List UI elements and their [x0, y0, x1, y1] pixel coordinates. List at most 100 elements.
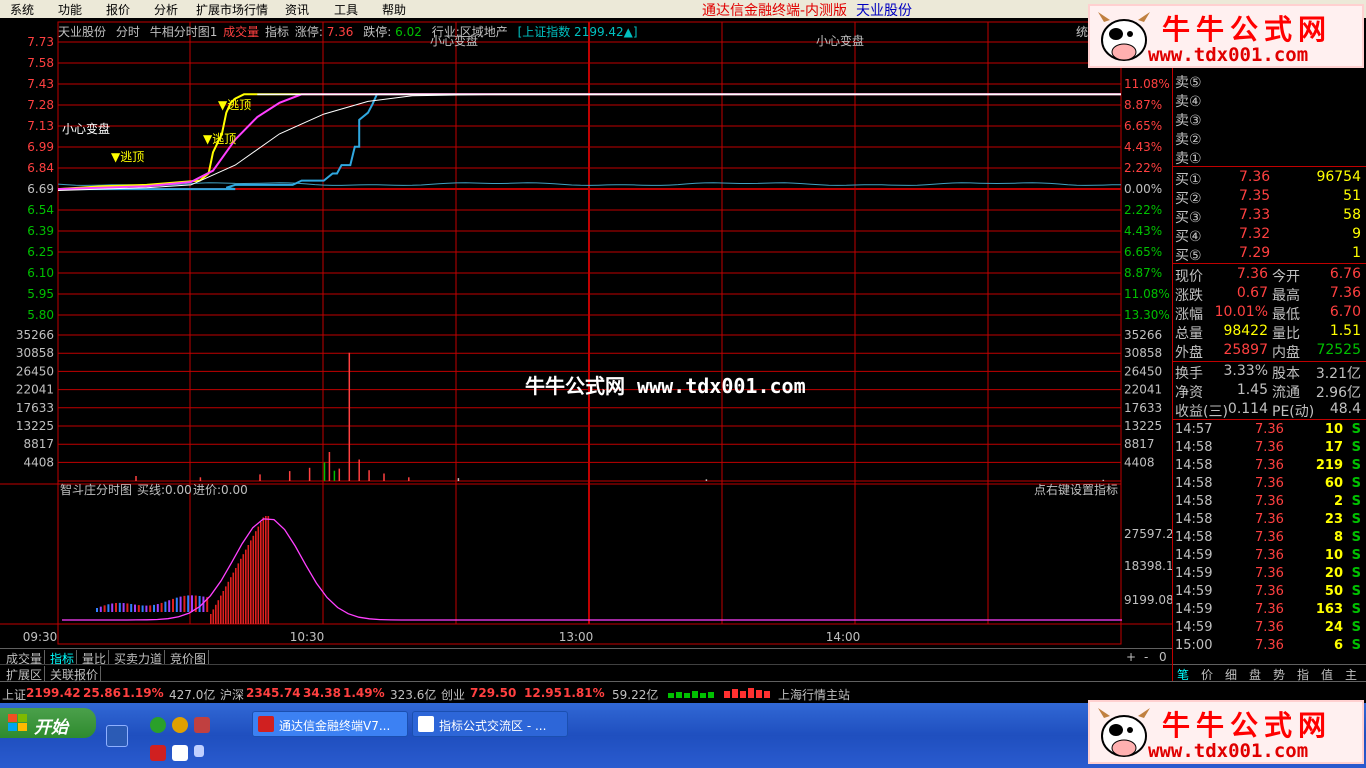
pct-tick-label: 4.43% — [1124, 224, 1162, 238]
tick-row[interactable]: 14:59 7.36 163 S — [1175, 601, 1365, 619]
tick-row[interactable]: 14:58 7.36 60 S — [1175, 475, 1365, 493]
volume-tick-label: 4408 — [1124, 455, 1155, 469]
level-label: 买⑤ — [1175, 248, 1202, 264]
level-volume: 51 — [1343, 188, 1361, 204]
bid-row[interactable]: 买⑤ 7.29 1 — [1175, 244, 1365, 264]
bid-row[interactable]: 买④ 7.32 9 — [1175, 225, 1365, 245]
media-icon[interactable] — [172, 717, 188, 733]
indicator-bar — [111, 603, 114, 612]
tick-price: 7.36 — [1255, 458, 1284, 473]
menu-system[interactable]: 系统 — [10, 1, 34, 18]
ask-row[interactable]: 卖⑤ — [1175, 71, 1365, 91]
brand-logo-top: 牛牛公式网 www.tdx001.com — [1088, 4, 1364, 68]
browser-icon[interactable] — [150, 717, 166, 733]
quote-value: 6.70 — [1329, 304, 1361, 320]
indicator-bar — [160, 602, 163, 612]
volume-tick-label: 26450 — [1124, 364, 1162, 378]
window-title: 通达信金融终端-内测版 — [702, 3, 848, 19]
indicator-bar — [187, 595, 190, 612]
indicator-bar — [164, 601, 167, 612]
tick-volume: 163 — [1315, 602, 1343, 617]
tick-row[interactable]: 14:58 7.36 2 S — [1175, 493, 1365, 511]
volume-tick-label: 13225 — [16, 419, 54, 433]
tick-row[interactable]: 15:00 7.36 6 S — [1175, 637, 1365, 655]
info-indicator: 牛相分时图1 — [149, 25, 218, 39]
pct-tick-label: 11.08% — [1124, 287, 1170, 301]
zoom-reset-button[interactable]: 0 — [1157, 650, 1169, 664]
level-volume: 96754 — [1316, 169, 1361, 185]
quote-panel-tabs: 笔价细盘势指值主 — [1173, 664, 1366, 682]
tick-time: 15:00 — [1175, 638, 1213, 653]
tick-row[interactable]: 14:58 7.36 219 S — [1175, 457, 1365, 475]
indicator-bar — [252, 535, 255, 624]
quote-value: 48.4 — [1329, 401, 1361, 417]
level-label: 卖④ — [1175, 94, 1202, 110]
limit-up-value: 7.36 — [326, 25, 354, 39]
tick-volume: 10 — [1324, 548, 1343, 563]
tick-row[interactable]: 14:59 7.36 24 S — [1175, 619, 1365, 637]
tick-row[interactable]: 14:59 7.36 20 S — [1175, 565, 1365, 583]
tick-price: 7.36 — [1255, 476, 1284, 491]
indicator-bar — [255, 531, 257, 624]
indicator-entry-price: 进价:0.00 — [193, 483, 248, 497]
tick-row[interactable]: 14:58 7.36 17 S — [1175, 439, 1365, 457]
menu-function[interactable]: 功能 — [58, 1, 82, 18]
zoom-out-button[interactable]: - — [1142, 650, 1150, 664]
tick-row[interactable]: 14:57 7.36 10 S — [1175, 421, 1365, 439]
menu-analysis[interactable]: 分析 — [154, 1, 178, 18]
bid-row[interactable]: 买① 7.36 96754 — [1175, 168, 1365, 188]
menu-extended-market[interactable]: 扩展市场行情 — [196, 1, 268, 18]
menu-quote[interactable]: 报价 — [106, 1, 130, 18]
tick-time: 14:58 — [1175, 494, 1213, 509]
quote-value: 2.96亿 — [1315, 385, 1361, 401]
tick-time: 14:58 — [1175, 512, 1213, 527]
pct-tick-label: 6.65% — [1124, 119, 1162, 133]
volume-tick-label: 4408 — [23, 455, 54, 469]
quote-row: 外盘 25897 内盘 72525 — [1175, 341, 1365, 361]
indicator-bar — [153, 604, 155, 612]
help-icon[interactable] — [172, 745, 188, 761]
input-method-icon[interactable] — [150, 745, 166, 761]
indicator-bar — [118, 602, 121, 612]
menu-tools[interactable]: 工具 — [334, 1, 358, 18]
app-quicklaunch-icon[interactable] — [194, 717, 210, 733]
task-tdx-terminal[interactable]: 通达信金融终端V7... — [252, 711, 408, 737]
ask-row[interactable]: 卖③ — [1175, 109, 1365, 129]
quote-label: 总量 — [1175, 326, 1203, 342]
logo-url-top: www.tdx001.com — [1148, 44, 1309, 66]
show-desktop-icon[interactable] — [106, 725, 128, 747]
bid-row[interactable]: 买② 7.35 51 — [1175, 187, 1365, 207]
server-name[interactable]: 上海行情主站 — [778, 686, 850, 703]
ask-row[interactable]: 卖④ — [1175, 90, 1365, 110]
price-tick-label: 6.69 — [27, 182, 54, 196]
tick-row[interactable]: 14:58 7.36 8 S — [1175, 529, 1365, 547]
menu-help[interactable]: 帮助 — [382, 1, 406, 18]
start-button[interactable]: 开始 — [0, 708, 96, 738]
quote-label: 股本 — [1272, 366, 1300, 382]
industry-label: 行业:区域地产 — [431, 25, 508, 39]
quote-row: 换手 3.33% 股本 3.21亿 — [1175, 362, 1365, 382]
tick-row[interactable]: 14:59 7.36 50 S — [1175, 583, 1365, 601]
indicator-bar — [198, 595, 201, 612]
tick-volume: 60 — [1324, 476, 1343, 491]
limit-down-value: 6.02 — [395, 25, 422, 39]
level-price: 7.32 — [1239, 226, 1271, 242]
annotation-label: ▼逃顶 — [218, 98, 251, 112]
task-forum[interactable]: 指标公式交流区 - ... — [412, 711, 568, 737]
ask-row[interactable]: 卖② — [1175, 128, 1365, 148]
indicator-bar — [262, 517, 265, 624]
menu-news[interactable]: 资讯 — [285, 1, 309, 18]
intraday-chart-area[interactable]: 7.73 7.58 7.43 7.28 7.13 6.99 6.84 6.69 6.54 6.39… — [0, 18, 1172, 648]
price-tick-label: 6.10 — [27, 266, 54, 280]
zoom-in-button[interactable]: + — [1124, 650, 1138, 664]
indicator-bar — [220, 595, 222, 624]
more-icon[interactable] — [194, 745, 204, 757]
tick-row[interactable]: 14:59 7.36 10 S — [1175, 547, 1365, 565]
bid-row[interactable]: 买③ 7.33 58 — [1175, 206, 1365, 226]
tick-time: 14:59 — [1175, 548, 1213, 563]
ask-row[interactable]: 卖① — [1175, 147, 1365, 167]
indicator-bar — [126, 603, 129, 612]
tick-row[interactable]: 14:58 7.36 23 S — [1175, 511, 1365, 529]
tick-volume: 23 — [1324, 512, 1343, 527]
book-divider — [1173, 166, 1366, 167]
